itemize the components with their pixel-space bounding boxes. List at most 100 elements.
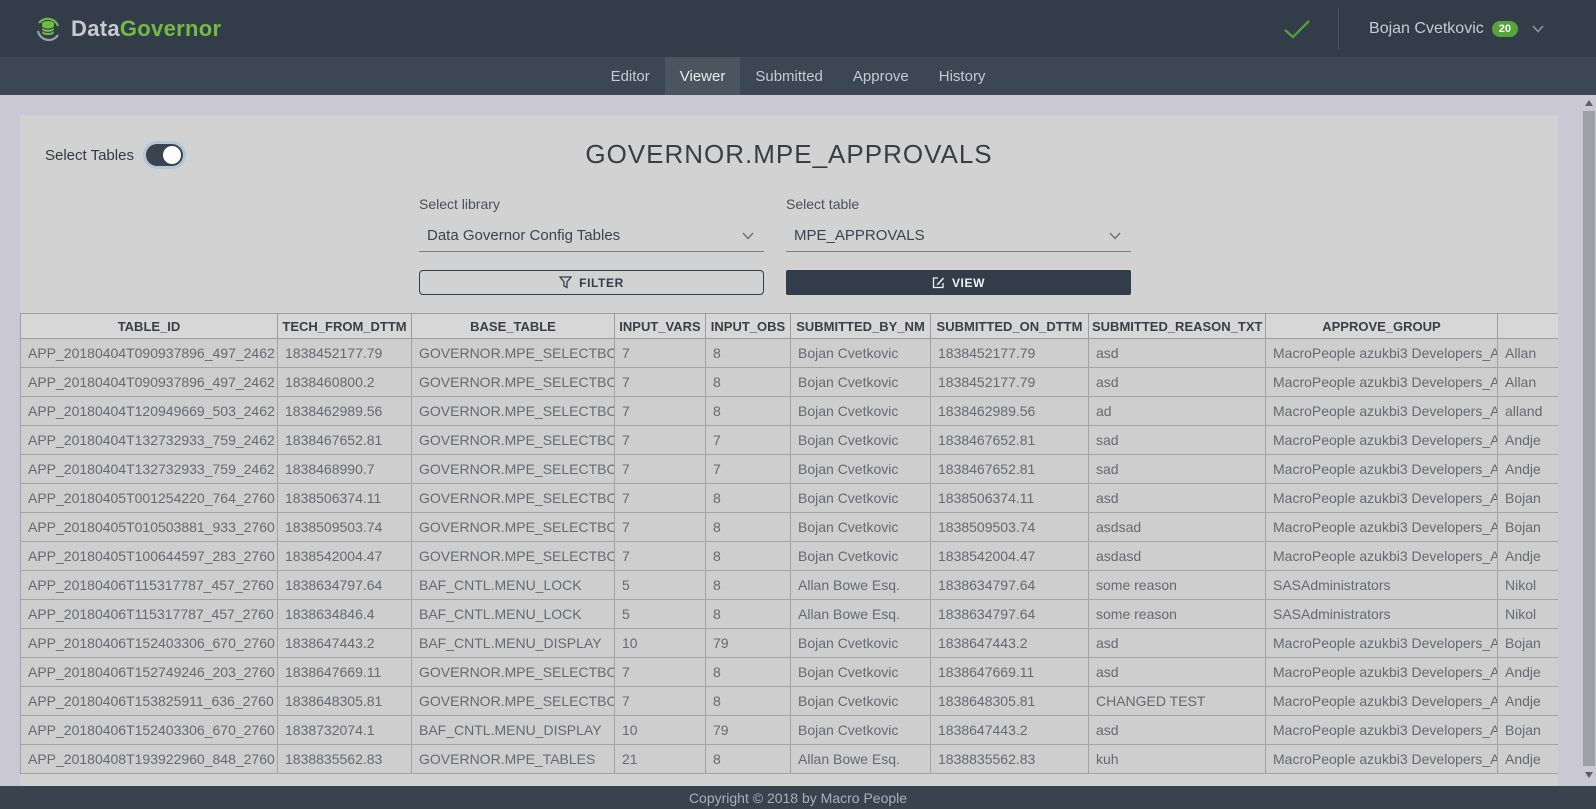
library-select-value: Data Governor Config Tables bbox=[427, 227, 620, 244]
table-cell: CHANGED TEST bbox=[1089, 687, 1266, 716]
table-cell: alland bbox=[1498, 397, 1559, 426]
view-button[interactable]: VIEW bbox=[786, 270, 1131, 295]
table-cell: 1838634797.64 bbox=[931, 600, 1089, 629]
table-header-row: TABLE_IDTECH_FROM_DTTMBASE_TABLEINPUT_VA… bbox=[21, 314, 1559, 339]
table-cell: MacroPeople azukbi3 Developers_A bbox=[1266, 629, 1498, 658]
table-row: APP_20180404T120949669_503_2462183846298… bbox=[21, 397, 1559, 426]
table-cell: 1838506374.11 bbox=[278, 484, 412, 513]
table-cell: APP_20180408T193922960_848_2760 bbox=[21, 745, 278, 774]
table-cell: BAF_CNTL.MENU_DISPLAY bbox=[412, 629, 615, 658]
table-row: APP_20180405T100644597_283_2760183854200… bbox=[21, 542, 1559, 571]
approvals-table-wrap: TABLE_IDTECH_FROM_DTTMBASE_TABLEINPUT_VA… bbox=[20, 313, 1558, 786]
column-header: INPUT_VARS bbox=[615, 314, 706, 339]
view-button-label: VIEW bbox=[952, 276, 985, 290]
table-cell: GOVERNOR.MPE_SELECTBOX bbox=[412, 339, 615, 368]
table-cell: 1838467652.81 bbox=[931, 426, 1089, 455]
table-cell: asd bbox=[1089, 368, 1266, 397]
column-header: A bbox=[1498, 314, 1559, 339]
table-cell: BAF_CNTL.MENU_LOCK bbox=[412, 571, 615, 600]
table-cell: 7 bbox=[615, 368, 706, 397]
table-cell: 8 bbox=[706, 339, 791, 368]
table-cell: Andje bbox=[1498, 745, 1559, 774]
vertical-scrollbar[interactable] bbox=[1582, 95, 1596, 786]
chevron-down-icon bbox=[1109, 232, 1121, 240]
scroll-up-arrow-icon[interactable] bbox=[1585, 100, 1593, 106]
table-cell: APP_20180406T152403306_670_2760 bbox=[21, 716, 278, 745]
table-select[interactable]: MPE_APPROVALS bbox=[786, 221, 1131, 252]
table-cell: Bojan Cvetkovic bbox=[791, 629, 931, 658]
tab-editor[interactable]: Editor bbox=[596, 57, 665, 95]
table-cell: BAF_CNTL.MENU_DISPLAY bbox=[412, 716, 615, 745]
table-cell: 8 bbox=[706, 368, 791, 397]
table-row: APP_20180406T152403306_670_2760 183864744… bbox=[21, 629, 1559, 658]
table-cell: 1838542004.47 bbox=[278, 542, 412, 571]
table-cell: asd bbox=[1089, 716, 1266, 745]
table-cell: asd bbox=[1089, 629, 1266, 658]
column-header: INPUT_OBS bbox=[706, 314, 791, 339]
table-cell: APP_20180406T152403306_670_2760 bbox=[21, 629, 278, 658]
table-row: APP_20180406T152403306_670_2760183873207… bbox=[21, 716, 1559, 745]
table-cell: MacroPeople azukbi3 Developers_A bbox=[1266, 397, 1498, 426]
table-cell: 1838509503.74 bbox=[931, 513, 1089, 542]
table-cell: 10 bbox=[615, 716, 706, 745]
table-cell: 1838467652.81 bbox=[931, 455, 1089, 484]
table-cell: GOVERNOR.MPE_SELECTBOX bbox=[412, 542, 615, 571]
table-cell: 1838460800.2 bbox=[278, 368, 412, 397]
table-cell: APP_20180404T120949669_503_2462 bbox=[21, 397, 278, 426]
table-cell: 1838468990.7 bbox=[278, 455, 412, 484]
table-cell: 8 bbox=[706, 542, 791, 571]
table-cell: APP_20180404T090937896_497_2462 bbox=[21, 368, 278, 397]
scroll-down-arrow-icon[interactable] bbox=[1585, 772, 1593, 778]
table-cell: 1838835562.83 bbox=[278, 745, 412, 774]
table-cell: GOVERNOR.MPE_SELECTBOX bbox=[412, 687, 615, 716]
table-cell: 1838648305.81 bbox=[278, 687, 412, 716]
tab-viewer[interactable]: Viewer bbox=[665, 57, 741, 95]
table-cell: MacroPeople azukbi3 Developers_A bbox=[1266, 658, 1498, 687]
tab-approve[interactable]: Approve bbox=[838, 57, 924, 95]
tab-submitted[interactable]: Submitted bbox=[740, 57, 838, 95]
table-cell: MacroPeople azukbi3 Developers_A bbox=[1266, 484, 1498, 513]
table-cell: 7 bbox=[615, 513, 706, 542]
user-menu[interactable]: Bojan Cvetkovic 20 bbox=[1369, 20, 1544, 38]
table-cell: 7 bbox=[706, 426, 791, 455]
table-cell: Bojan Cvetkovic bbox=[791, 716, 931, 745]
table-cell: Bojan Cvetkovic bbox=[791, 339, 931, 368]
filter-funnel-icon bbox=[559, 276, 572, 289]
table-cell: GOVERNOR.MPE_SELECTBOX bbox=[412, 455, 615, 484]
table-cell: SASAdministrators bbox=[1266, 571, 1498, 600]
table-select-value: MPE_APPROVALS bbox=[794, 227, 925, 244]
filter-button[interactable]: FILTER bbox=[419, 270, 764, 295]
table-cell: GOVERNOR.MPE_SELECTBOX bbox=[412, 513, 615, 542]
table-cell: 1838452177.79 bbox=[931, 368, 1089, 397]
table-cell: GOVERNOR.MPE_SELECTBOX bbox=[412, 426, 615, 455]
table-cell: APP_20180404T132732933_759_2462 bbox=[21, 455, 278, 484]
table-cell: MacroPeople azukbi3 Developers_A bbox=[1266, 368, 1498, 397]
page-title: GOVERNOR.MPE_APPROVALS bbox=[20, 139, 1558, 170]
table-cell: APP_20180404T132732933_759_2462 bbox=[21, 426, 278, 455]
table-cell: 1838509503.74 bbox=[278, 513, 412, 542]
table-cell: Bojan Cvetkovic bbox=[791, 484, 931, 513]
table-cell: 21 bbox=[615, 745, 706, 774]
table-cell: 1838647443.2 bbox=[931, 629, 1089, 658]
table-cell: Bojan Cvetkovic bbox=[791, 542, 931, 571]
scrollbar-thumb[interactable] bbox=[1583, 111, 1595, 766]
table-cell: MacroPeople azukbi3 Developers_A bbox=[1266, 687, 1498, 716]
view-edit-icon bbox=[932, 276, 945, 289]
table-cell: MacroPeople azukbi3 Developers_A bbox=[1266, 745, 1498, 774]
tab-history[interactable]: History bbox=[924, 57, 1001, 95]
table-cell: Allan Bowe Esq. bbox=[791, 571, 931, 600]
table-row: APP_20180404T132732933_759_2462183846899… bbox=[21, 455, 1559, 484]
table-cell: 5 bbox=[615, 600, 706, 629]
app-logo[interactable]: DataGovernor bbox=[34, 15, 221, 43]
table-cell: asd bbox=[1089, 658, 1266, 687]
table-cell: Nikol bbox=[1498, 600, 1559, 629]
approvals-table: TABLE_IDTECH_FROM_DTTMBASE_TABLEINPUT_VA… bbox=[20, 313, 1558, 774]
table-row: APP_20180404T090937896_497_2462183846080… bbox=[21, 368, 1559, 397]
column-header: SUBMITTED_BY_NM bbox=[791, 314, 931, 339]
table-cell: Bojan Cvetkovic bbox=[791, 455, 931, 484]
table-cell: 8 bbox=[706, 513, 791, 542]
library-select[interactable]: Data Governor Config Tables bbox=[419, 221, 764, 252]
table-cell: Allan bbox=[1498, 339, 1559, 368]
header-right: Bojan Cvetkovic 20 bbox=[1282, 8, 1544, 50]
table-cell: 79 bbox=[706, 716, 791, 745]
